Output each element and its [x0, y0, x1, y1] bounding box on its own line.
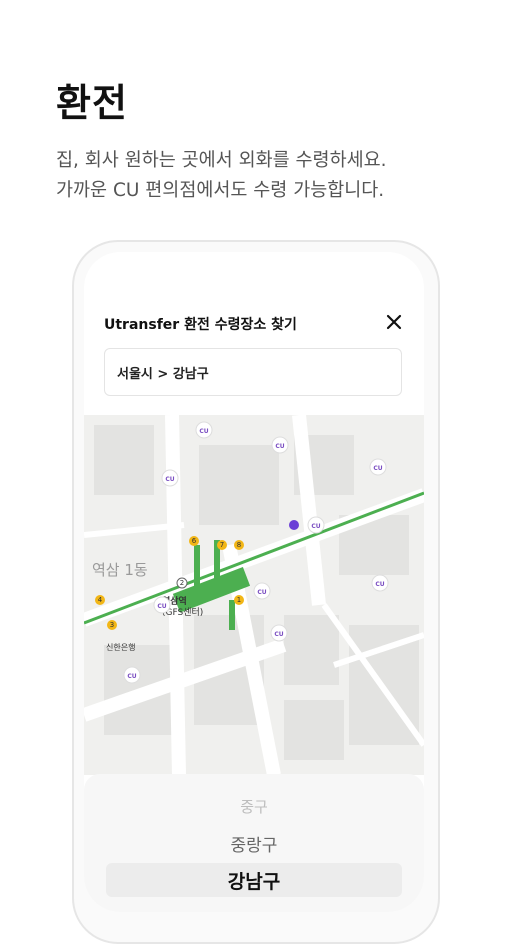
picker-option[interactable]: 중구	[84, 796, 424, 817]
svg-text:CU: CU	[373, 465, 382, 472]
svg-text:CU: CU	[275, 443, 284, 450]
svg-text:CU: CU	[311, 523, 320, 530]
selected-location-dot[interactable]	[289, 520, 299, 530]
svg-text:1: 1	[237, 596, 241, 604]
subtitle-line-1: 집, 회사 원하는 곳에서 외화를 수령하세요.	[56, 150, 387, 171]
cu-pin: CU	[253, 582, 271, 600]
svg-text:2: 2	[180, 579, 184, 587]
map-view[interactable]: 역삼 1동 역삼역 (GFS센터) 신한은행 2 4 3 1 6 7 8 CU …	[84, 415, 424, 775]
svg-text:4: 4	[98, 596, 103, 604]
svg-text:CU: CU	[199, 428, 208, 435]
subtitle-line-2: 가까운 CU 편의점에서도 수령 가능합니다.	[56, 180, 385, 201]
close-button[interactable]	[378, 306, 410, 338]
map-canvas: 역삼 1동 역삼역 (GFS센터) 신한은행 2 4 3 1 6 7 8 CU …	[84, 415, 424, 775]
cu-pin: CU	[307, 516, 325, 534]
region-select-field[interactable]: 서울시 > 강남구	[104, 348, 402, 396]
cu-pin: CU	[371, 574, 389, 592]
svg-text:7: 7	[220, 541, 224, 549]
modal-title: Utransfer 환전 수령장소 찾기	[104, 317, 297, 333]
page-subtitle: 집, 회사 원하는 곳에서 외화를 수령하세요. 가까운 CU 편의점에서도 수…	[56, 146, 387, 206]
cu-pin: CU	[270, 624, 288, 642]
svg-text:CU: CU	[257, 589, 266, 596]
svg-text:8: 8	[237, 541, 241, 549]
cu-pin: CU	[195, 421, 213, 439]
svg-text:CU: CU	[127, 673, 136, 680]
district-picker[interactable]: 중구 중랑구 강남구	[84, 774, 424, 912]
cu-pin: CU	[153, 596, 171, 614]
svg-text:CU: CU	[165, 476, 174, 483]
svg-text:6: 6	[192, 537, 197, 545]
modal-header: Utransfer 환전 수령장소 찾기	[84, 304, 424, 344]
cu-pin: CU	[123, 666, 141, 684]
phone-screen: Utransfer 환전 수령장소 찾기 서울시 > 강남구 역삼 1동 역삼역…	[84, 252, 424, 912]
svg-text:CU: CU	[375, 581, 384, 588]
cu-pin: CU	[161, 469, 179, 487]
svg-text:CU: CU	[157, 603, 166, 610]
svg-text:3: 3	[110, 621, 114, 629]
map-area-label: 역삼 1동	[92, 561, 148, 579]
svg-text:CU: CU	[274, 631, 283, 638]
map-bank-label: 신한은행	[106, 642, 135, 652]
close-icon	[386, 314, 402, 330]
cu-pin: CU	[271, 436, 289, 454]
picker-selected-option[interactable]: 강남구	[106, 863, 402, 897]
page-title: 환전	[56, 81, 128, 125]
picker-option[interactable]: 중랑구	[84, 831, 424, 856]
cu-pin: CU	[369, 458, 387, 476]
